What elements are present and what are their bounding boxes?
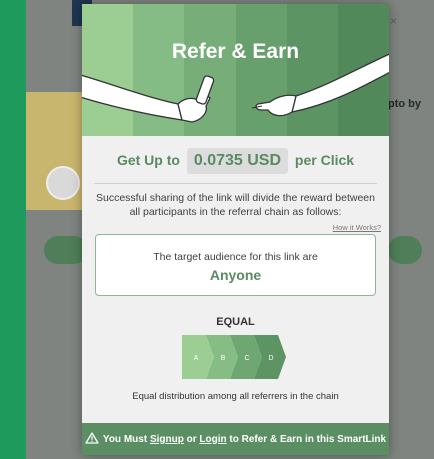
referral-description: Successful sharing of the link will divi… [96,192,375,218]
divider [94,183,377,184]
footer-text-after: to Refer & Earn in this SmartLink [229,433,387,445]
distribution-segment-label: A [194,355,199,362]
modal-header: Refer & Earn [82,4,389,136]
distribution-segment-label: C [244,355,249,362]
audience-value: Anyone [209,267,262,283]
price-amount: 0.0735 USD [186,148,289,174]
target-audience-box: The target audience for this link are An… [95,234,376,296]
warning-icon [85,431,99,447]
handshake-illustration-icon [82,53,389,123]
background-button-right [388,236,422,264]
background-avatar [46,166,80,200]
background-close-icon: × [390,14,398,28]
distribution-segment-label: D [268,355,273,362]
distribution-caption: Equal distribution among all referrers i… [132,391,339,402]
signup-link[interactable]: Signup [150,434,184,445]
price-suffix: per Click [294,152,355,168]
footer-text-before: You Must [102,433,148,445]
distribution-title: EQUAL [216,316,255,328]
price-prefix: Get Up to [116,152,180,168]
modal-title: Refer & Earn [171,40,300,63]
footer-text-or: or [186,433,197,445]
distribution-segment-label: B [221,355,226,362]
reward-price-row: Get Up to 0.0735 USD per Click [82,148,389,174]
audience-label: The target audience for this link are [153,251,318,263]
distribution-chevrons: A B C D [182,335,286,379]
login-link[interactable]: Login [199,434,226,445]
refer-earn-modal: Refer & Earn Get Up to 0.0735 USD per Cl… [82,4,389,455]
background-text: pto by [388,98,421,110]
how-it-works-link[interactable]: How it Works? [333,223,381,232]
signup-login-footer: You Must Signup or Login to Refer & Earn… [82,423,389,455]
